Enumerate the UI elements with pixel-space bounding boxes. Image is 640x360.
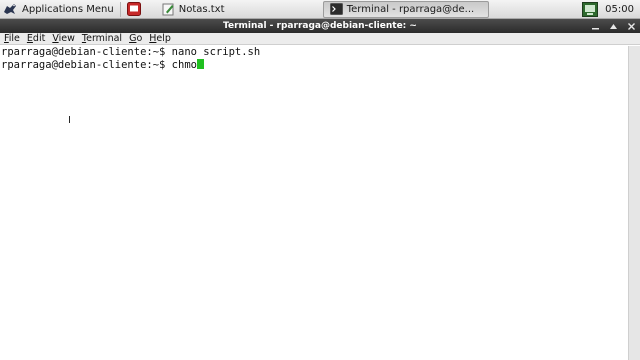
terminal-line-current: rparraga@debian-cliente:~$ chmo: [1, 58, 628, 72]
panel-clock[interactable]: 05:00: [601, 4, 640, 15]
panel-separator: [119, 1, 121, 17]
terminal-menubar: File Edit View Terminal Go Help: [0, 33, 640, 45]
close-button[interactable]: [625, 20, 637, 32]
applications-menu-label: Applications Menu: [22, 3, 114, 15]
terminal-icon: [329, 3, 343, 15]
taskbar-item-terminal[interactable]: Terminal - rparraga@de...: [322, 0, 489, 18]
top-panel: Applications Menu Notas.txt Terminal - r…: [0, 0, 640, 19]
system-tray: 05:00: [579, 0, 640, 19]
applications-menu-button[interactable]: Applications Menu: [0, 0, 118, 19]
minimize-button[interactable]: [589, 20, 601, 32]
window-controls: [589, 20, 637, 32]
terminal-output[interactable]: rparraga@debian-cliente:~$ nano script.s…: [0, 46, 628, 360]
taskbar-item-label: Notas.txt: [178, 3, 225, 15]
menu-file[interactable]: File: [4, 33, 20, 44]
close-icon: [627, 22, 635, 30]
window-titlebar[interactable]: Terminal - rparraga@debian-cliente: ~: [0, 19, 640, 33]
tray-indicator-button[interactable]: [579, 0, 601, 19]
terminal-scrollbar[interactable]: [628, 46, 640, 360]
menu-go[interactable]: Go: [129, 33, 142, 44]
terminal-line: rparraga@debian-cliente:~$ nano script.s…: [1, 46, 261, 58]
terminal-line: rparraga@debian-cliente:~$ chmo: [1, 58, 197, 71]
show-desktop-button[interactable]: [125, 1, 143, 18]
taskbar-item-notas[interactable]: Notas.txt: [155, 1, 315, 18]
menu-help[interactable]: Help: [149, 33, 171, 44]
window-title: Terminal - rparraga@debian-cliente: ~: [223, 21, 417, 31]
display-indicator-icon: [582, 2, 599, 17]
text-cursor: [196, 58, 204, 69]
minimize-icon: [591, 27, 599, 29]
mouse-ibeam-pointer-icon: I: [68, 115, 71, 126]
taskbar-item-label: Terminal - rparraga@de...: [346, 3, 475, 15]
menu-edit[interactable]: Edit: [27, 33, 45, 44]
menu-view[interactable]: View: [52, 33, 75, 44]
text-editor-icon: [162, 3, 174, 15]
maximize-icon: [609, 23, 617, 29]
debian-mouse-icon: [4, 4, 16, 14]
maximize-button[interactable]: [607, 20, 619, 32]
show-desktop-icon: [126, 2, 141, 16]
menu-terminal[interactable]: Terminal: [82, 33, 122, 44]
